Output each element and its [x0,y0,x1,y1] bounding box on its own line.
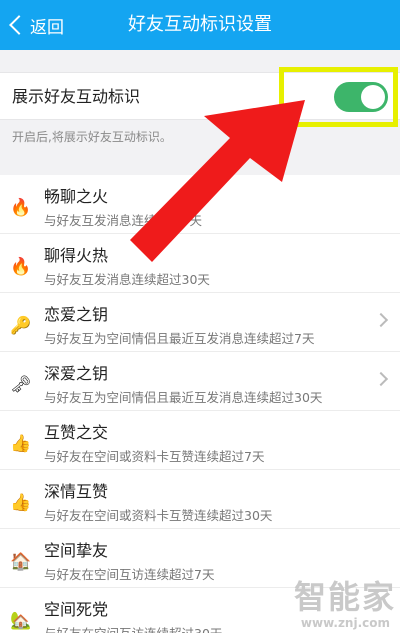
flame-small-icon: 🔥 [10,198,32,218]
list-item[interactable]: 🔑 恋爱之钥与好友互为空间情侣且最近互发消息连续超过7天 [0,293,400,352]
switch-knob [361,85,385,109]
nav-bar: 返回 好友互动标识设置 [0,0,400,50]
item-title: 聊得火热 [44,246,109,265]
item-title: 深爱之钥 [44,364,109,383]
thumbs-up-heart-icon: 👍 [10,493,32,513]
watermark-logo: 智能家 www.znj.com [290,572,400,632]
item-description: 与好友在空间或资料卡互赞连续超过7天 [44,449,265,464]
chevron-right-icon [373,371,389,387]
watermark-text: 智能家 [293,578,396,616]
item-title: 互赞之交 [44,423,109,442]
watermark-url: www.znj.com [300,616,390,630]
flame-big-icon: 🔥 [10,257,32,277]
list-item[interactable]: 🔥 聊得火热与好友互发消息连续超过30天 [0,234,400,293]
item-description: 与好友互为空间情侣且最近互发消息连续超过30天 [44,390,323,405]
list-item[interactable]: 👍 深情互赞与好友在空间或资料卡互赞连续超过30天 [0,470,400,529]
thumbs-up-icon: 👍 [10,434,32,454]
item-title: 恋爱之钥 [44,305,109,324]
item-description: 与好友在空间互访连续超过7天 [44,567,215,582]
item-title: 深情互赞 [44,482,109,501]
list-item[interactable]: 🗝 深爱之钥与好友互为空间情侣且最近互发消息连续超过30天 [0,352,400,411]
badge-list: 🔥 畅聊之火与好友互发消息连续超过7天 🔥 聊得火热与好友互发消息连续超过30天 🔑 恋爱… [0,175,400,633]
item-title: 畅聊之火 [44,187,109,206]
show-interaction-badge-row: 展示好友互动标识 [0,67,400,127]
hint-text: 开启后,将展示好友互动标识。 [12,130,172,144]
item-description: 与好友互为空间情侣且最近互发消息连续超过7天 [44,331,315,346]
house-icon: 🏠 [10,552,32,572]
show-badge-switch[interactable] [334,82,388,112]
item-description: 与好友互发消息连续超过7天 [44,213,202,228]
house-tree-icon: 🏡 [10,611,32,631]
chevron-right-icon [373,312,389,328]
item-description: 与好友在空间或资料卡互赞连续超过30天 [44,508,273,523]
item-description: 与好友在空间互访连续超过30天 [44,623,222,633]
key-icon: 🔑 [10,316,32,336]
item-title: 空间挚友 [44,541,109,560]
key-winged-icon: 🗝 [10,375,32,395]
page-title: 好友互动标识设置 [128,14,272,35]
item-title: 空间死党 [44,600,109,619]
toggle-label: 展示好友互动标识 [12,87,141,106]
list-item[interactable]: 👍 互赞之交与好友在空间或资料卡互赞连续超过7天 [0,411,400,470]
list-item[interactable]: 🔥 畅聊之火与好友互发消息连续超过7天 [0,175,400,234]
item-description: 与好友互发消息连续超过30天 [44,272,210,287]
